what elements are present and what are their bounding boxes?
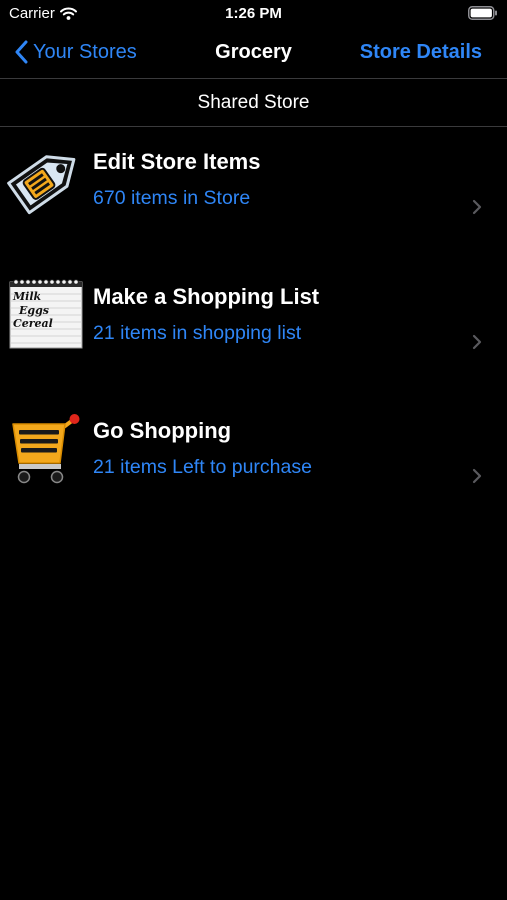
back-button-label: Your Stores xyxy=(33,40,137,63)
battery-icon xyxy=(468,6,498,20)
notepad-line-2: Eggs xyxy=(19,303,49,317)
row-title: Make a Shopping List xyxy=(93,283,320,309)
go-shopping-row[interactable]: Go Shopping 21 items Left to purchase xyxy=(0,396,507,531)
row-subtitle: 670 items in Store xyxy=(93,187,251,209)
menu-list: Edit Store Items 670 items in Store Milk… xyxy=(0,127,507,531)
shopping-cart-icon xyxy=(7,408,85,486)
row-subtitle: 21 items Left to purchase xyxy=(93,456,312,478)
row-title: Edit Store Items xyxy=(93,149,261,174)
chevron-left-icon xyxy=(14,40,28,64)
price-tag-icon xyxy=(7,139,85,217)
back-button[interactable]: Your Stores xyxy=(14,40,137,64)
status-bar: Carrier 1:26 PM xyxy=(0,0,507,28)
row-subtitle: 21 items in shopping list xyxy=(93,321,302,344)
chevron-right-icon xyxy=(472,468,482,484)
chevron-right-icon xyxy=(472,199,482,215)
row-title: Go Shopping xyxy=(93,418,232,443)
navigation-bar: Your Stores Grocery Store Details xyxy=(0,28,507,79)
status-time: 1:26 PM xyxy=(225,5,282,22)
notepad-line-1: Milk xyxy=(13,289,42,303)
notepad-line-3: Cereal xyxy=(13,316,53,330)
edit-store-items-row[interactable]: Edit Store Items 670 items in Store xyxy=(0,127,507,262)
chevron-right-icon xyxy=(472,334,482,350)
section-header-title: Shared Store xyxy=(197,92,310,113)
store-details-button[interactable]: Store Details xyxy=(360,41,482,64)
section-header: Shared Store xyxy=(0,79,507,127)
make-shopping-list-row[interactable]: Milk Eggs Cereal Make a Shopping List 21… xyxy=(0,262,507,397)
notepad-icon: Milk Eggs Cereal xyxy=(7,274,85,352)
